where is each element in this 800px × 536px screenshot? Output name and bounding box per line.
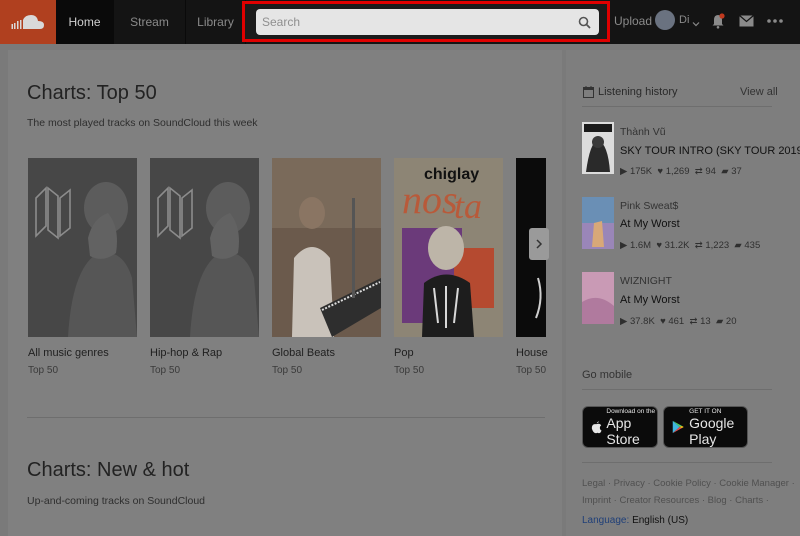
play-count-icon: ▶ [620,316,630,327]
card-artwork-global-beats[interactable] [272,158,381,337]
card-sub-pop: Top 50 [394,365,425,376]
avatar[interactable] [655,10,675,30]
search-input[interactable] [256,9,599,35]
app-store-big-text: App Store [606,414,640,447]
user-name[interactable]: Di [679,14,689,26]
charts-top50-title[interactable]: Charts: Top 50 [27,82,157,105]
repost-icon[interactable]: ⇄ [695,240,706,251]
search-icon[interactable] [575,13,593,31]
comment-icon: ▰ [734,240,745,251]
google-play-big-text: Google Play [689,414,735,447]
play-count-icon: ▶ [620,166,630,177]
language-value: English (US) [632,515,689,526]
footer-links-line1[interactable]: Legal · Privacy · Cookie Policy · Cookie… [582,478,795,489]
comment-icon: ▰ [715,316,726,327]
notifications-icon[interactable] [709,12,727,30]
charts-top50-subtitle: The most played tracks on SoundCloud thi… [27,117,258,129]
likes-count: 31.2K [664,240,690,251]
svg-text:ta: ta [454,186,482,226]
card-sub-global-beats: Top 50 [272,365,303,376]
soundcloud-logo-icon[interactable] [0,0,56,44]
card-artwork-all-genres[interactable] [28,158,137,337]
plays-count: 175K [629,166,653,177]
history-stats-1: ▶ 175K ♥ 1,269 ⇄ 94 ▰ 37 [620,166,742,177]
top-nav-bar: Home Stream Library Upload Di [0,0,800,44]
repost-icon[interactable]: ⇄ [695,166,706,177]
history-track-2[interactable]: At My Worst [620,218,680,230]
nav-stream[interactable]: Stream [114,0,186,44]
more-icon[interactable] [766,12,784,30]
card-title-hiphop[interactable]: Hip-hop & Rap [150,347,222,359]
card-artwork-hiphop[interactable] [150,158,259,337]
repost-icon[interactable]: ⇄ [689,316,700,327]
google-play-icon [672,420,684,434]
card-title-pop[interactable]: Pop [394,347,414,359]
plays-count: 37.8K [629,316,655,327]
sidebar-divider [582,106,772,107]
history-artist-2[interactable]: Pink Sweat$ [620,200,678,212]
card-title-house[interactable]: House [516,347,548,359]
likes-count: 1,269 [665,166,690,177]
footer-links-line2[interactable]: Imprint · Creator Resources · Blog · Cha… [582,495,769,506]
reposts-count: 1,223 [705,240,730,251]
nav-home-label: Home [68,15,101,29]
like-icon[interactable]: ♥ [656,240,664,251]
calendar-icon [583,85,594,103]
comment-icon: ▰ [721,166,732,177]
language-label: Language: [582,515,630,526]
card-sub-house: Top 50 [516,365,547,376]
google-play-button[interactable]: GET IT ON Google Play [663,406,748,448]
chevron-down-icon[interactable] [692,15,700,33]
language-selector[interactable]: Language: English (US) [582,515,688,526]
sidebar-divider [582,462,772,463]
history-track-1[interactable]: SKY TOUR INTRO (SKY TOUR 2019... [620,145,800,157]
comments-count: 37 [731,166,742,177]
reposts-count: 13 [700,316,711,327]
google-play-text: GET IT ON Google Play [689,408,747,447]
play-count-icon: ▶ [620,240,630,251]
app-store-small-text: Download on the [606,407,656,415]
history-artwork-3[interactable] [582,272,614,324]
app-store-text: Download on the App Store [606,408,657,447]
search-highlight-frame [242,1,610,42]
history-artwork-2[interactable] [582,197,614,249]
history-stats-3: ▶ 37.8K ♥ 461 ⇄ 13 ▰ 20 [620,316,736,327]
carousel-next-button[interactable] [529,228,549,260]
nav-library-label: Library [197,15,234,29]
view-all-link[interactable]: View all [740,86,778,98]
history-track-3[interactable]: At My Worst [620,294,680,306]
comments-count: 435 [744,240,761,251]
nav-stream-label: Stream [130,15,169,29]
likes-count: 461 [668,316,685,327]
like-icon[interactable]: ♥ [657,166,665,177]
charts-new-subtitle: Up-and-coming tracks on SoundCloud [27,495,206,507]
card-title-all-genres[interactable]: All music genres [28,347,109,359]
messages-icon[interactable] [737,12,755,30]
listening-history-title[interactable]: Listening history [598,86,678,98]
history-artist-1[interactable]: Thành Vũ [620,126,666,138]
upload-link[interactable]: Upload [614,14,652,28]
google-play-small-text: GET IT ON [689,407,722,415]
charts-new-title[interactable]: Charts: New & hot [27,459,189,482]
card-sub-hiphop: Top 50 [150,365,181,376]
card-sub-all-genres: Top 50 [28,365,59,376]
card-title-global-beats[interactable]: Global Beats [272,347,335,359]
chevron-right-icon [536,239,543,249]
history-artwork-1[interactable] [582,122,614,174]
sidebar-divider [582,389,772,390]
history-artist-3[interactable]: WIZNIGHT [620,275,672,287]
nav-library[interactable]: Library [186,0,246,44]
comments-count: 20 [725,316,737,327]
reposts-count: 94 [705,166,716,177]
section-divider [27,417,545,418]
card-artwork-pop[interactable]: nos ta chiglay [394,158,503,337]
plays-count: 1.6M [629,240,652,251]
history-stats-2: ▶ 1.6M ♥ 31.2K ⇄ 1,223 ▰ 435 [620,240,760,251]
nav-home[interactable]: Home [56,0,114,44]
go-mobile-title: Go mobile [582,369,633,381]
pop-cover-text: chiglay [424,166,480,183]
app-store-button[interactable]: Download on the App Store [582,406,658,448]
apple-icon [591,421,602,434]
